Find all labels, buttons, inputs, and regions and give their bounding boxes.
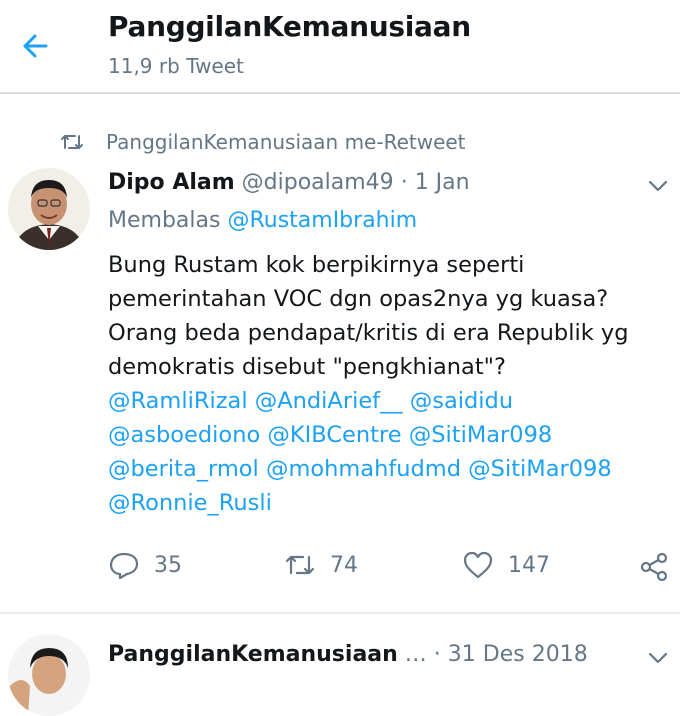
mention-link[interactable]: @asboediono — [108, 422, 260, 448]
mention-link[interactable]: @RamliRizal — [108, 388, 248, 414]
tweet-text: Bung Rustam kok berpikirnya seperti peme… — [108, 248, 678, 520]
reply-to-link[interactable]: @RustamIbrahim — [227, 208, 417, 233]
mention-link[interactable]: @SitiMar098 — [409, 422, 553, 448]
profile-header: PanggilanKemanusiaan 11,9 rb Tweet — [0, 0, 680, 94]
share-icon[interactable] — [638, 552, 670, 582]
retweet-indicator[interactable]: PanggilanKemanusiaan me-Retweet — [60, 128, 466, 156]
truncation-ellipsis: … — [404, 642, 427, 667]
tweet-timestamp[interactable]: 1 Jan — [415, 170, 470, 195]
tweet-text-line: Orang beda pendapat/kritis di era Republ… — [108, 320, 629, 346]
page-title: PanggilanKemanusiaan — [108, 10, 471, 43]
reply-button[interactable]: 35 — [108, 550, 182, 580]
mention-link[interactable]: @Ronnie_Rusli — [108, 490, 272, 516]
author-name[interactable]: PanggilanKemanusiaan — [108, 642, 398, 667]
avatar[interactable] — [8, 168, 90, 250]
author-handle[interactable]: @dipoalam49 — [242, 170, 394, 195]
like-button[interactable]: 147 — [462, 550, 550, 580]
mention-line: @berita_rmol @mohmahfudmd @SitiMar098 — [108, 452, 678, 486]
avatar-image — [8, 168, 90, 250]
reply-prefix: Membalas — [108, 208, 221, 233]
heart-icon — [463, 551, 493, 579]
mention-link[interactable]: @SitiMar098 — [468, 456, 612, 482]
mention-line: @RamliRizal @AndiArief__ @saididu — [108, 384, 678, 418]
tweet-text-line: demokratis disebut "pengkhianat"? — [108, 354, 506, 380]
next-tweet-header: PanggilanKemanusiaan … · 31 Des 2018 — [108, 642, 588, 667]
retweet-count: 74 — [330, 552, 358, 578]
mention-link[interactable]: @KIBCentre — [267, 422, 401, 448]
mention-line: @Ronnie_Rusli — [108, 486, 678, 520]
chevron-down-icon[interactable] — [646, 648, 670, 668]
tweet-divider — [0, 612, 680, 614]
mention-link[interactable]: @saididu — [410, 388, 513, 414]
mention-line: @asboediono @KIBCentre @SitiMar098 — [108, 418, 678, 452]
retweet-button[interactable]: 74 — [284, 550, 358, 580]
reply-icon — [109, 552, 139, 580]
tweet-text-line: pemerintahan VOC dgn opas2nya yg kuasa? — [108, 286, 609, 312]
mention-link[interactable]: @berita_rmol — [108, 456, 259, 482]
mention-link[interactable]: @mohmahfudmd — [266, 456, 461, 482]
like-count: 147 — [508, 552, 550, 578]
avatar[interactable] — [8, 634, 90, 716]
retweet-icon — [285, 555, 315, 575]
avatar-image — [8, 634, 90, 716]
back-button[interactable] — [16, 26, 56, 66]
replying-to: Membalas @RustamIbrahim — [108, 208, 417, 233]
separator-dot: · — [433, 642, 441, 667]
tweet-header: Dipo Alam @dipoalam49 · 1 Jan — [108, 170, 470, 195]
author-name[interactable]: Dipo Alam — [108, 170, 235, 195]
chevron-down-icon[interactable] — [646, 176, 670, 196]
retweet-label: PanggilanKemanusiaan me-Retweet — [106, 130, 466, 154]
separator-dot: · — [400, 170, 408, 195]
mention-link[interactable]: @AndiArief__ — [255, 388, 403, 414]
tweet-text-line: Bung Rustam kok berpikirnya seperti — [108, 252, 525, 278]
tweet-actions: 35 74 147 — [0, 548, 680, 588]
retweet-icon — [61, 135, 83, 149]
tweet-timestamp[interactable]: 31 Des 2018 — [448, 642, 588, 667]
tweet-count: 11,9 rb Tweet — [108, 54, 244, 78]
reply-count: 35 — [154, 552, 182, 578]
back-arrow-icon — [23, 34, 48, 58]
